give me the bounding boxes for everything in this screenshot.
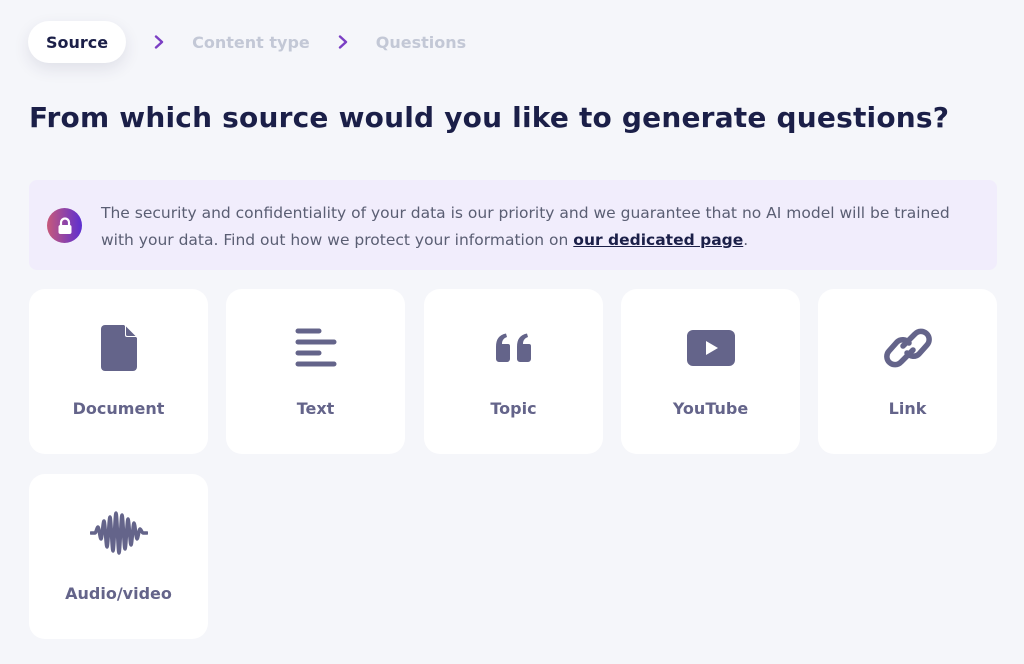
- link-icon: [881, 323, 935, 373]
- source-label: Document: [72, 399, 165, 418]
- youtube-icon: [686, 323, 735, 373]
- chevron-right-icon: [146, 32, 172, 52]
- source-card-youtube[interactable]: YouTube: [621, 289, 800, 454]
- source-card-topic[interactable]: Topic: [424, 289, 603, 454]
- dedicated-page-link[interactable]: our dedicated page: [573, 231, 743, 249]
- privacy-notice: The security and confidentiality of your…: [29, 180, 997, 270]
- notice-text: The security and confidentiality of your…: [101, 200, 981, 254]
- text-lines-icon: [295, 323, 337, 373]
- notice-text-body: The security and confidentiality of your…: [101, 204, 950, 249]
- source-card-audio-video[interactable]: Audio/video: [29, 474, 208, 639]
- step-questions[interactable]: Questions: [376, 33, 466, 52]
- stepper: Source Content type Questions: [28, 21, 466, 63]
- step-label: Source: [46, 32, 109, 52]
- source-label: Text: [296, 399, 335, 418]
- step-content-type[interactable]: Content type: [192, 33, 310, 52]
- source-card-link[interactable]: Link: [818, 289, 997, 454]
- document-icon: [100, 323, 137, 373]
- source-card-text[interactable]: Text: [226, 289, 405, 454]
- lock-icon: [47, 208, 82, 243]
- notice-text-end: .: [743, 231, 749, 249]
- source-label: Audio/video: [65, 584, 172, 603]
- source-card-document[interactable]: Document: [29, 289, 208, 454]
- source-label: Link: [888, 399, 927, 418]
- page-title: From which source would you like to gene…: [29, 101, 950, 134]
- step-source[interactable]: Source: [28, 21, 127, 63]
- chevron-right-icon: [330, 32, 356, 52]
- source-label: YouTube: [672, 399, 749, 418]
- audio-wave-icon: [89, 508, 148, 558]
- source-label: Topic: [490, 399, 537, 418]
- quote-icon: [494, 323, 534, 373]
